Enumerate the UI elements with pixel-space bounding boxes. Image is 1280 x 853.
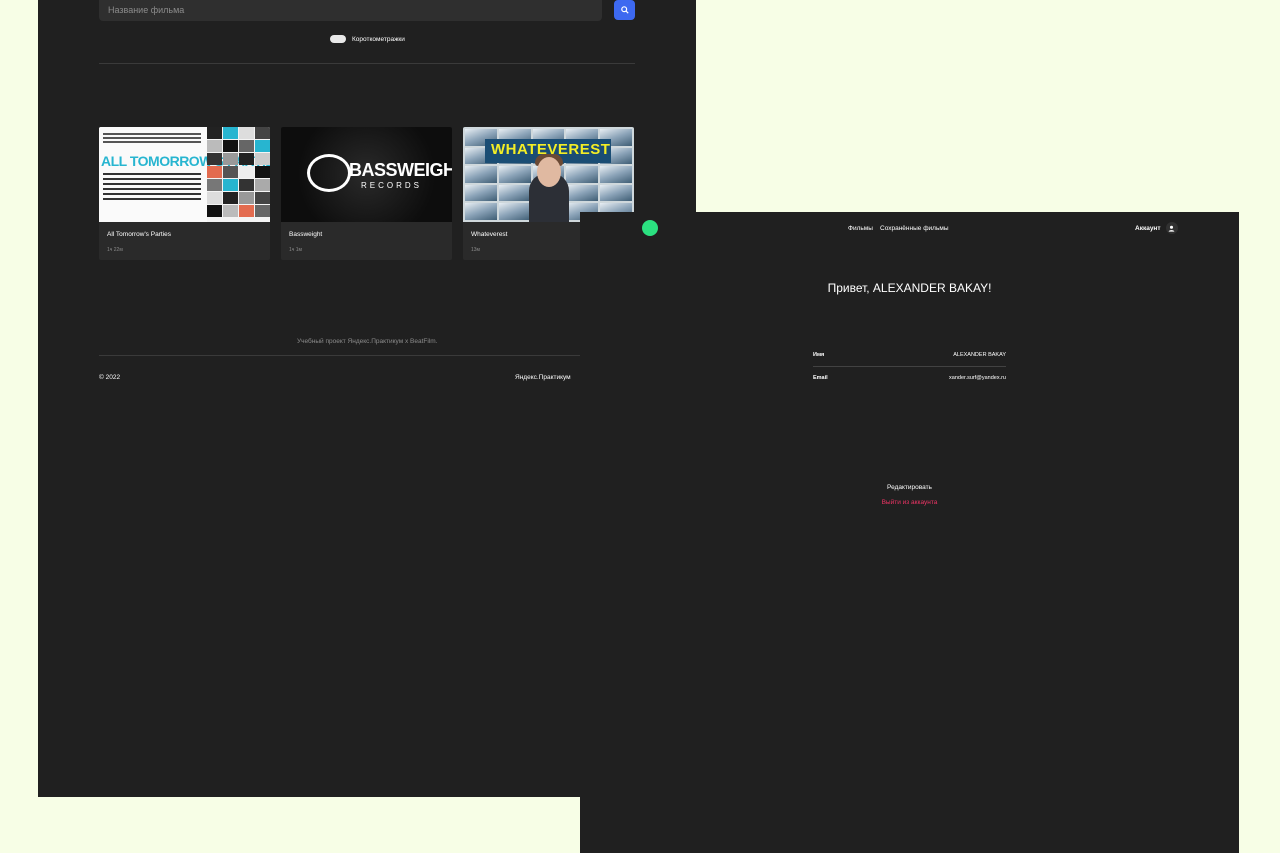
movie-card[interactable]: BASSWEIGHT RECORDS Bassweight 1ч 1м [281,127,452,260]
profile-divider [813,366,1006,367]
email-label: Email [813,375,828,381]
search-bar [99,0,602,21]
footer-copyright: © 2022 [99,374,121,381]
name-value: ALEXANDER BAKAY [953,352,1006,358]
user-icon [1165,222,1178,234]
movie-duration: 1ч 22м [107,247,123,253]
footer-divider [99,355,580,356]
short-films-label: Короткометражки [352,35,405,43]
poster-person-face [537,157,561,187]
email-value: xander.surf@yandex.ru [949,375,1006,381]
search-icon [620,6,629,14]
cursor-indicator [642,220,658,236]
divider [99,63,635,64]
logout-button[interactable]: Выйти из аккаунта [580,499,1239,506]
poster-subtitle: RECORDS [361,181,423,190]
search-input[interactable] [108,3,568,17]
movie-poster[interactable]: ALL TOMORROW'S PARTIES [99,127,270,222]
profile-greeting: Привет, ALEXANDER BAKAY! [827,281,992,295]
account-label: Аккаунт [1135,224,1161,232]
movie-poster[interactable]: BASSWEIGHT RECORDS [281,127,452,222]
profile-name-row: Имя ALEXANDER BAKAY [813,352,1006,358]
bassweight-logo-icon [307,154,351,192]
movie-duration: 13м [471,247,480,253]
movie-poster[interactable]: WHATEVEREST [463,127,634,222]
movie-title: Whateverest [471,231,508,238]
movies-card-list: ALL TOMORROW'S PARTIES All Tomorrow's Pa… [99,127,634,260]
footer-link-yandex-practicum[interactable]: Яндекс.Практикум [515,374,571,381]
profile-email-row: Email xander.surf@yandex.ru [813,375,1006,381]
footer-project-text: Учебный проект Яндекс.Практикум х BeatFi… [297,338,438,345]
edit-profile-button[interactable]: Редактировать [580,484,1239,491]
movie-title: Bassweight [289,231,323,238]
movie-duration: 1ч 1м [289,247,302,253]
poster-title: BASSWEIGHT [349,160,452,180]
search-button[interactable] [614,0,635,20]
movie-title: All Tomorrow's Parties [107,231,171,238]
poster-text-block: ALL TOMORROW'S PARTIES [99,127,270,222]
poster-photo-grid [207,127,270,222]
name-label: Имя [813,352,825,358]
profile-page-panel: Фильмы Сохранённые фильмы Аккаунт Привет… [580,212,1239,853]
nav-link-saved-movies[interactable]: Сохранённые фильмы [880,225,949,232]
movie-card[interactable]: ALL TOMORROW'S PARTIES All Tomorrow's Pa… [99,127,270,260]
account-button[interactable]: Аккаунт [1135,222,1178,234]
short-films-filter: Короткометражки [330,35,405,43]
nav-link-movies[interactable]: Фильмы [848,225,873,232]
short-films-toggle[interactable] [330,35,346,43]
